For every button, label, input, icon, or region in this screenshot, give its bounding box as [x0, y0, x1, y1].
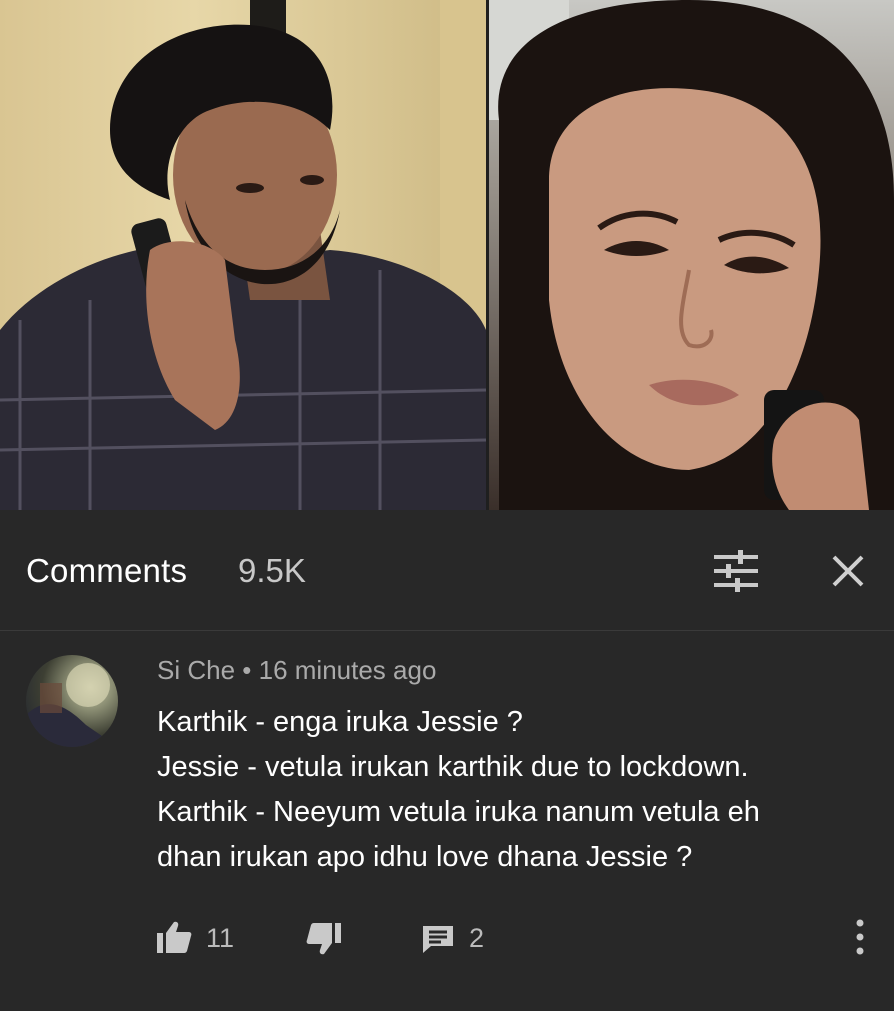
- comment-author[interactable]: Si Che: [157, 655, 235, 685]
- video-still-woman-on-phone: [489, 0, 894, 510]
- close-icon[interactable]: [828, 551, 868, 591]
- meta-separator: •: [242, 655, 252, 685]
- like-count: 11: [206, 923, 235, 953]
- comments-count: 9.5K: [238, 552, 306, 589]
- more-vertical-icon[interactable]: [850, 917, 870, 957]
- video-player[interactable]: [0, 0, 894, 510]
- thumbs-up-icon[interactable]: [156, 920, 192, 954]
- sort-sliders-icon[interactable]: [712, 549, 760, 593]
- thumbs-down-icon[interactable]: [306, 922, 342, 956]
- comment-body: Karthik - enga iruka Jessie ? Jessie - v…: [157, 700, 877, 880]
- comment-line: Karthik - Neeyum vetula iruka nanum vetu…: [157, 796, 760, 828]
- comments-title: Comments: [26, 552, 188, 589]
- comment-line: Jessie - vetula irukan karthik due to lo…: [157, 751, 749, 783]
- comment-line: dhan irukan apo idhu love dhana Jessie ?: [157, 841, 693, 873]
- reply-count: 2: [469, 923, 485, 953]
- reply-comment-icon[interactable]: [421, 924, 455, 954]
- comment-line: Karthik - enga iruka Jessie ?: [157, 706, 523, 738]
- comment-time: 16 minutes ago: [258, 655, 437, 685]
- avatar[interactable]: [26, 655, 118, 747]
- comment-meta: Si Che • 16 minutes ago: [157, 655, 436, 686]
- video-still-man-on-phone: [0, 0, 486, 510]
